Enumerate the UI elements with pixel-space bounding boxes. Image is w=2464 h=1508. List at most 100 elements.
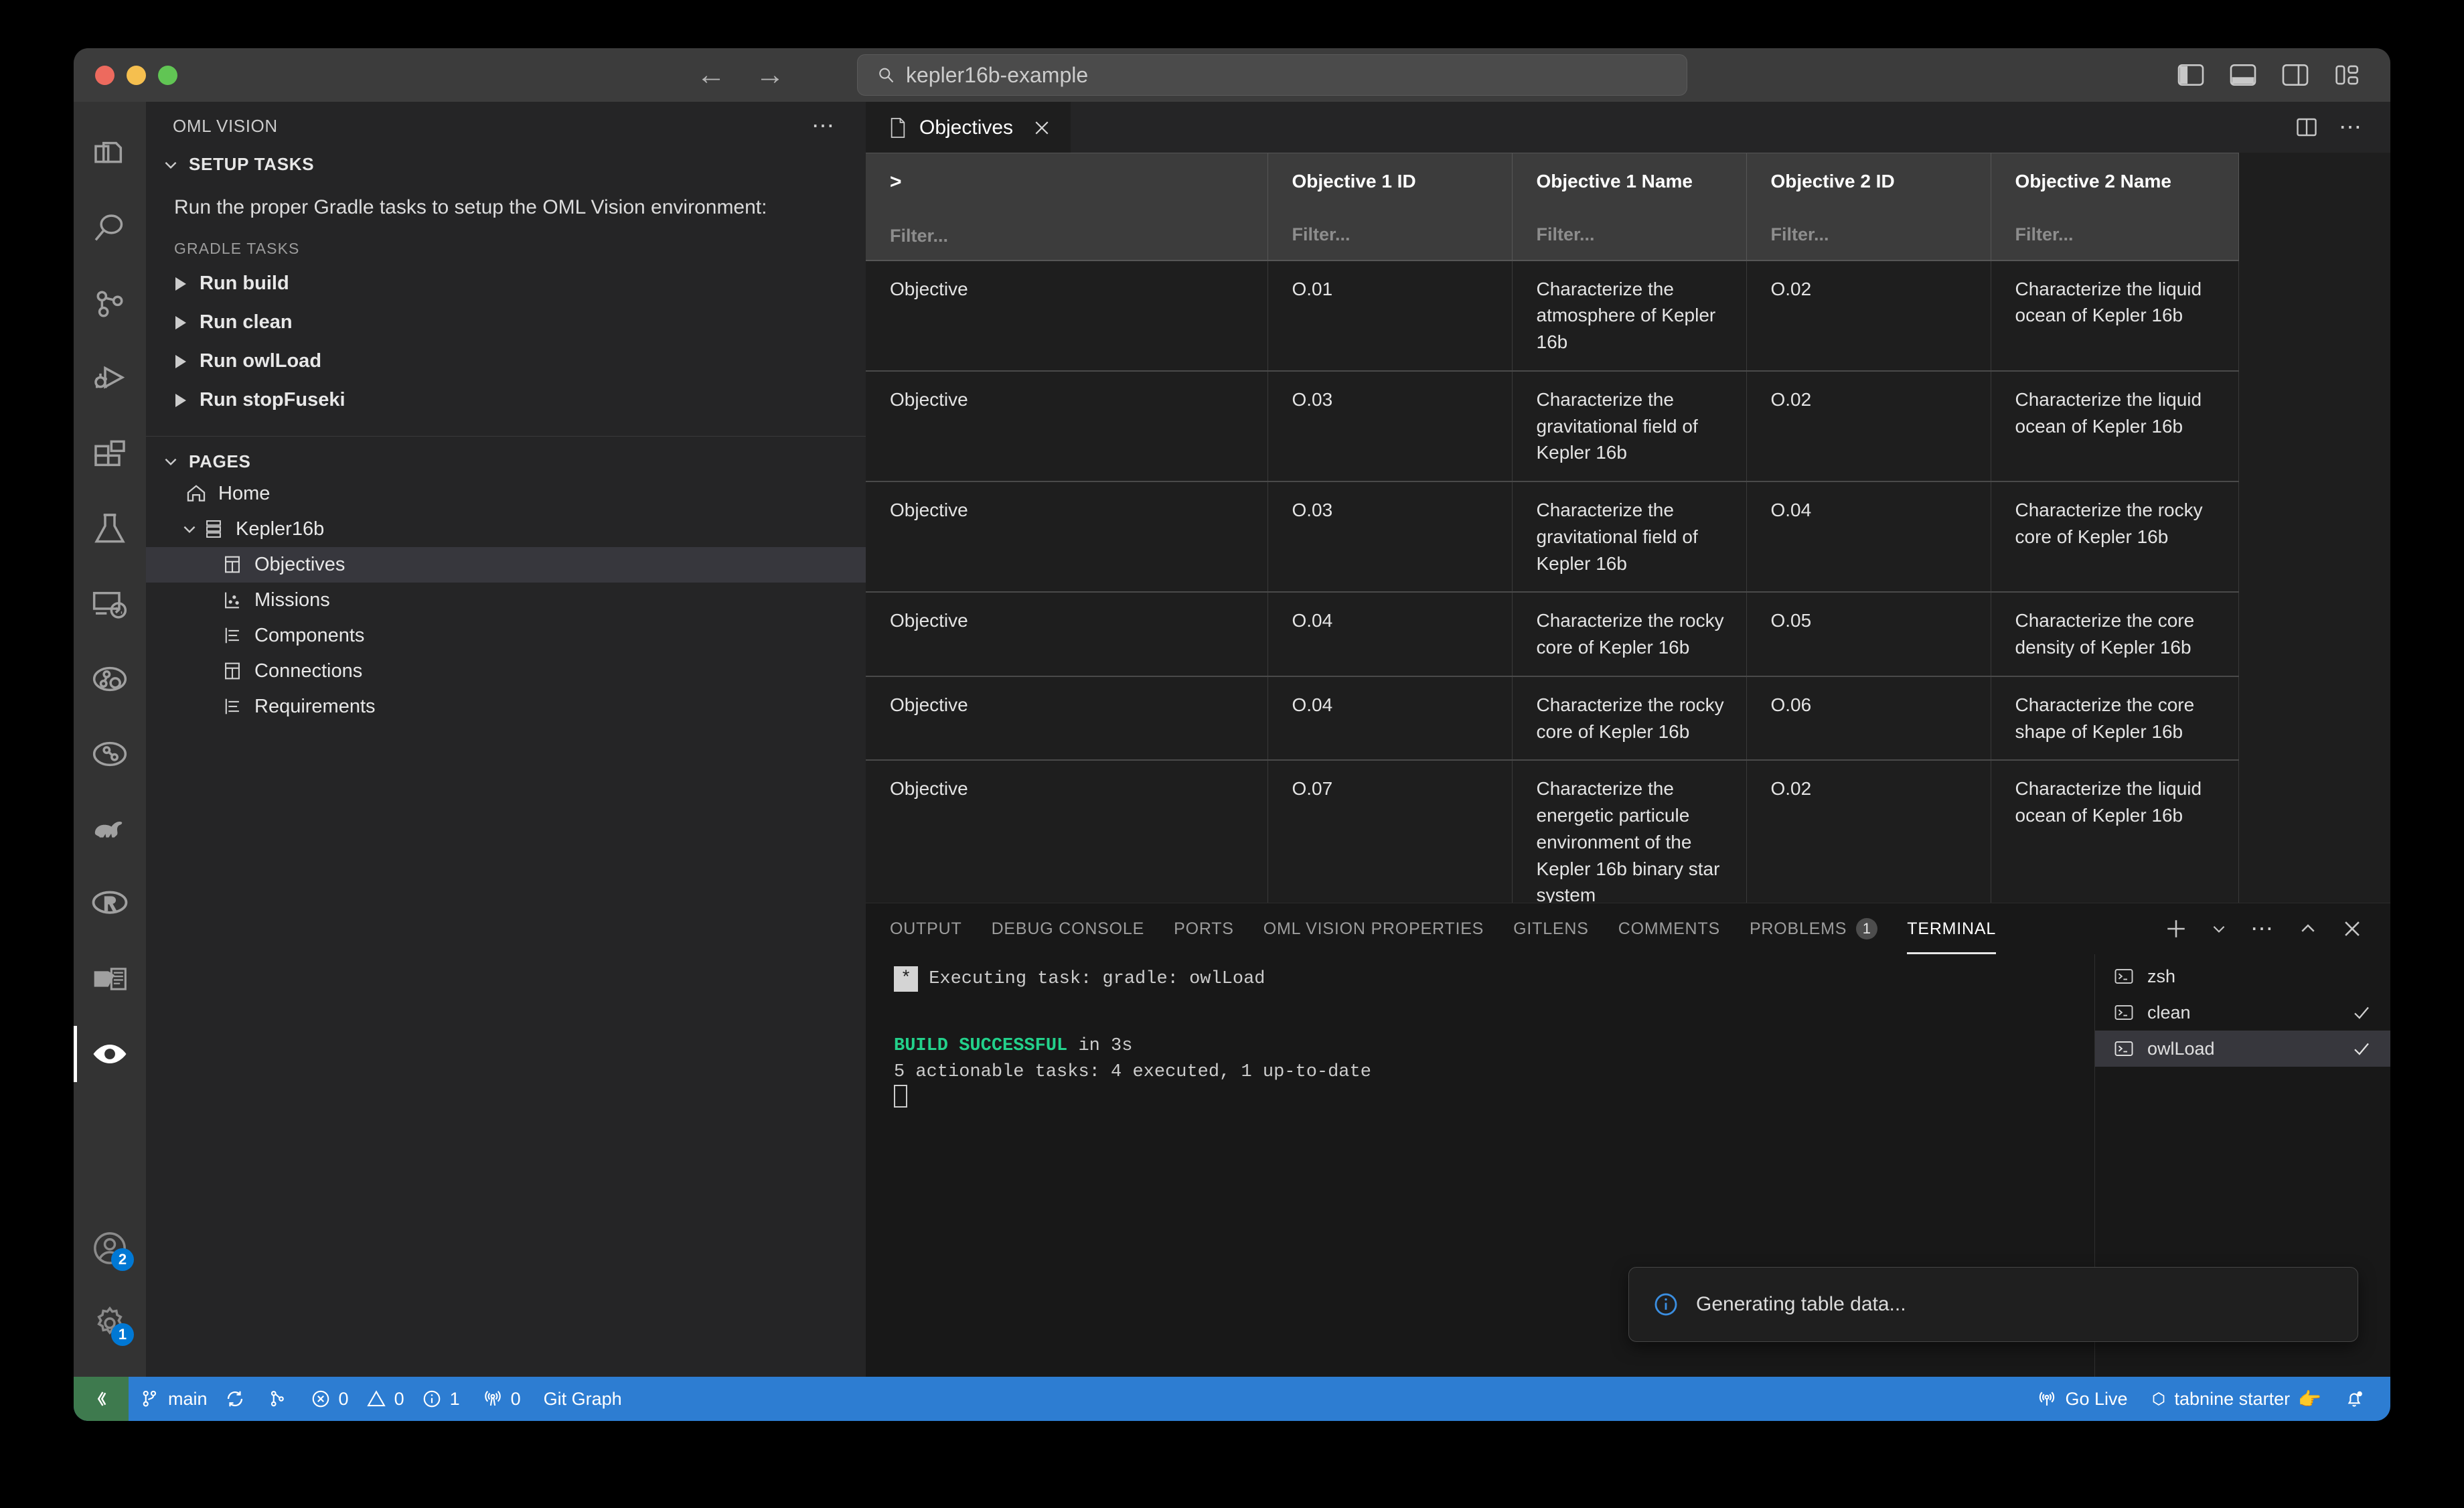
- panel-actions[interactable]: ⋯: [2165, 917, 2390, 940]
- section-setup-tasks[interactable]: SETUP TASKS: [146, 150, 866, 179]
- panel-tab-gitlens[interactable]: GITLENS: [1513, 903, 1589, 954]
- maximize-panel-icon[interactable]: [2298, 919, 2318, 939]
- status-radio-tower[interactable]: 0: [471, 1377, 532, 1421]
- column-header-objective1-name[interactable]: Objective 1 Name Filter...: [1512, 153, 1747, 261]
- sidebar-item-kepler16b[interactable]: Kepler16b: [146, 512, 866, 547]
- activity-item-gradle[interactable]: [74, 791, 146, 866]
- panel-tab-comments[interactable]: COMMENTS: [1618, 903, 1720, 954]
- status-notifications[interactable]: [2333, 1377, 2376, 1421]
- maximize-window-button[interactable]: [158, 65, 177, 85]
- task-run-clean[interactable]: Run clean: [146, 303, 866, 342]
- filter-input-objective1-id[interactable]: Filter...: [1292, 224, 1498, 245]
- status-remote-window[interactable]: [74, 1377, 129, 1421]
- table-row[interactable]: Objective O.04 Characterize the rocky co…: [866, 676, 2239, 761]
- sidebar-item-components[interactable]: Components: [146, 618, 866, 654]
- task-run-build[interactable]: Run build: [146, 265, 866, 303]
- close-icon[interactable]: [1032, 118, 1052, 138]
- cell-objective2-id: O.06: [1746, 676, 1991, 761]
- window-controls[interactable]: [95, 65, 177, 85]
- status-git-compare[interactable]: [256, 1377, 299, 1421]
- more-actions-icon[interactable]: ⋯: [812, 115, 836, 137]
- customize-layout-icon[interactable]: [2334, 63, 2361, 87]
- column-header-objective2-name[interactable]: Objective 2 Name Filter...: [1991, 153, 2239, 261]
- task-run-owlload[interactable]: Run owlLoad: [146, 342, 866, 381]
- layout-toggles[interactable]: [2177, 63, 2361, 87]
- activity-item-run-debug[interactable]: [74, 342, 146, 417]
- filter-input-objective2-name[interactable]: Filter...: [2015, 224, 2225, 245]
- column-header-objective1-id[interactable]: Objective 1 ID Filter...: [1267, 153, 1513, 261]
- sidebar-item-objectives[interactable]: Objectives: [146, 546, 866, 583]
- close-panel-icon[interactable]: [2341, 917, 2364, 940]
- sidebar-item-missions[interactable]: Missions: [146, 583, 866, 618]
- editor-area: Objectives ⋯ > Filter... Objective 1 ID …: [866, 102, 2390, 1377]
- command-center-search[interactable]: kepler16b-example: [857, 54, 1687, 96]
- activity-item-source-control[interactable]: [74, 267, 146, 342]
- column-label: Objective 2 ID: [1770, 171, 1895, 192]
- expand-all-icon[interactable]: >: [890, 171, 1254, 194]
- status-go-live[interactable]: Go Live: [2025, 1377, 2139, 1421]
- split-editor-icon[interactable]: [2295, 115, 2319, 139]
- activity-item-r-language[interactable]: [74, 866, 146, 941]
- panel-tab-problems[interactable]: PROBLEMS 1: [1750, 903, 1878, 954]
- filter-input-objective2-id[interactable]: Filter...: [1771, 224, 1977, 245]
- activity-item-remote-explorer[interactable]: [74, 567, 146, 642]
- gradle-elephant-icon: [94, 821, 123, 838]
- panel-tab-ports[interactable]: PORTS: [1174, 903, 1234, 954]
- table-row[interactable]: Objective O.01 Characterize the atmosphe…: [866, 260, 2239, 372]
- panel-tab-oml-vision-properties[interactable]: OML VISION PROPERTIES: [1263, 903, 1484, 954]
- toggle-primary-sidebar-icon[interactable]: [2177, 63, 2204, 87]
- minimize-window-button[interactable]: [127, 65, 146, 85]
- activity-item-settings[interactable]: 1: [74, 1286, 146, 1361]
- status-git-graph[interactable]: Git Graph: [532, 1377, 633, 1421]
- activity-item-graph-search[interactable]: [74, 642, 146, 717]
- cell-objective2-name: Characterize the rocky core of Kepler 16…: [1991, 481, 2239, 593]
- terminal-instance-owlload[interactable]: owlLoad: [2095, 1031, 2390, 1067]
- table-row[interactable]: Objective O.04 Characterize the rocky co…: [866, 592, 2239, 677]
- table-row[interactable]: Objective O.07 Characterize the energeti…: [866, 760, 2239, 903]
- tabnine-hexagon-icon: [2153, 1392, 2164, 1406]
- activity-item-oml[interactable]: [74, 941, 146, 1016]
- sidebar-item-requirements[interactable]: Requirements: [146, 689, 866, 725]
- activity-item-testing[interactable]: [74, 492, 146, 567]
- task-run-stopfuseki[interactable]: Run stopFuseki: [146, 381, 866, 420]
- column-header-objective2-id[interactable]: Objective 2 ID Filter...: [1746, 153, 1991, 261]
- filter-input-type[interactable]: Filter...: [890, 226, 1254, 246]
- chevron-down-icon[interactable]: [2210, 920, 2228, 937]
- activity-item-accounts[interactable]: 2: [74, 1211, 146, 1286]
- tab-objectives[interactable]: Objectives: [866, 102, 1072, 153]
- forward-arrow-icon[interactable]: →: [755, 60, 785, 90]
- notification-toast[interactable]: Generating table data...: [1628, 1267, 2358, 1342]
- terminal-instance-zsh[interactable]: zsh: [2095, 958, 2390, 994]
- panel-tab-debug-console[interactable]: DEBUG CONSOLE: [992, 903, 1145, 954]
- navigation-arrows[interactable]: ← →: [696, 60, 785, 90]
- close-window-button[interactable]: [95, 65, 114, 85]
- activity-item-search[interactable]: [74, 192, 146, 267]
- status-branch[interactable]: main: [129, 1377, 256, 1421]
- activity-item-explorer[interactable]: [74, 117, 146, 192]
- new-terminal-icon[interactable]: [2165, 917, 2187, 940]
- table-row[interactable]: Objective O.03 Characterize the gravitat…: [866, 370, 2239, 483]
- toggle-panel-icon[interactable]: [2230, 63, 2256, 87]
- panel-tab-terminal[interactable]: TERMINAL: [1907, 903, 1996, 954]
- status-problems[interactable]: 0 0 1: [299, 1377, 471, 1421]
- activity-item-extensions[interactable]: [74, 417, 146, 492]
- sidebar-item-connections[interactable]: Connections: [146, 654, 866, 689]
- column-header-type[interactable]: > Filter...: [866, 153, 1268, 261]
- more-actions-icon[interactable]: ⋯: [2339, 116, 2364, 139]
- filter-input-objective1-name[interactable]: Filter...: [1537, 224, 1733, 245]
- editor-actions[interactable]: ⋯: [2295, 102, 2390, 153]
- activity-item-oml-vision[interactable]: [74, 1016, 146, 1091]
- status-tabnine[interactable]: tabnine starter 👉: [2139, 1377, 2333, 1421]
- activity-item-graph[interactable]: [74, 717, 146, 791]
- table-row[interactable]: Objective O.03 Characterize the gravitat…: [866, 481, 2239, 593]
- section-pages[interactable]: PAGES: [146, 447, 866, 476]
- panel-tab-output[interactable]: OUTPUT: [890, 903, 962, 954]
- cell-objective2-id: O.04: [1746, 481, 1991, 593]
- terminal-instance-clean[interactable]: clean: [2095, 994, 2390, 1031]
- task-label: Run stopFuseki: [200, 389, 345, 411]
- back-arrow-icon[interactable]: ←: [696, 60, 726, 90]
- sidebar-item-home[interactable]: Home: [146, 476, 866, 512]
- toggle-secondary-sidebar-icon[interactable]: [2282, 63, 2309, 87]
- more-actions-icon[interactable]: ⋯: [2250, 917, 2275, 940]
- sidebar-item-label: Connections: [254, 660, 363, 682]
